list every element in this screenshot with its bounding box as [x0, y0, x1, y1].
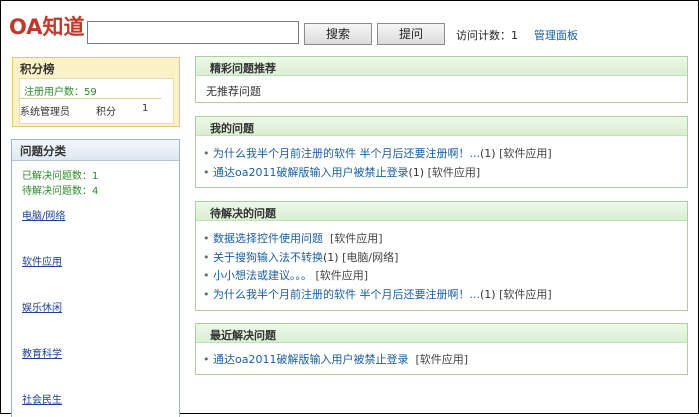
question-link[interactable]: 小小想法或建议。。。: [213, 269, 312, 282]
question-link[interactable]: 通达oa2011破解版输入用户被禁止登录: [213, 166, 408, 179]
my-questions-header: [196, 117, 687, 136]
list-item: • 小小想法或建议。。。 [软件应用]: [203, 267, 368, 283]
question-tag: [软件应用]: [427, 166, 481, 179]
rank-score-value: 1: [142, 103, 149, 114]
bullet-icon: •: [203, 269, 213, 282]
question-tag: [软件应用]: [330, 232, 383, 245]
search-button[interactable]: 搜索: [304, 23, 372, 45]
pending-questions-box: 待解决的问题 • 数据选择控件使用问题 [软件应用] • 关于搜狗输入法不转换(…: [195, 201, 688, 311]
answer-count: (1): [480, 147, 496, 160]
ask-button[interactable]: 提问: [377, 23, 445, 45]
answer-count: (1): [408, 166, 425, 179]
search-input[interactable]: [87, 21, 299, 44]
question-tag: [软件应用]: [499, 288, 552, 301]
category-link-education[interactable]: 教育科学: [22, 345, 62, 360]
rank-user-name: 系统管理员: [20, 107, 70, 118]
admin-panel-link[interactable]: 管理面板: [534, 27, 578, 43]
my-questions-title: 我的问题: [210, 122, 254, 135]
question-link[interactable]: 为什么我半个月前注册的软件 半个月后还要注册啊！...: [213, 147, 480, 160]
recent-solved-box: 最近解决问题 • 通达oa2011破解版输入用户被禁止登录 [软件应用]: [195, 323, 688, 375]
site-logo[interactable]: OA知道: [9, 14, 85, 40]
list-item: • 为什么我半个月前注册的软件 半个月后还要注册啊！...(1) [软件应用]: [203, 286, 552, 302]
question-link[interactable]: 数据选择控件使用问题: [213, 232, 323, 245]
list-item: • 通达oa2011破解版输入用户被禁止登录(1) [软件应用]: [203, 164, 480, 180]
bullet-icon: •: [203, 353, 213, 366]
question-link[interactable]: 关于搜狗输入法不转换: [213, 251, 323, 264]
featured-box-title: 精彩问题推荐: [210, 62, 276, 75]
bullet-icon: •: [203, 251, 213, 264]
question-link[interactable]: 通达oa2011破解版输入用户被禁止登录: [213, 353, 408, 366]
featured-questions-box: 精彩问题推荐 无推荐问题: [195, 56, 688, 103]
question-tag: [电脑/网络]: [342, 251, 399, 264]
pending-questions-title: 待解决的问题: [210, 207, 276, 220]
recent-solved-title: 最近解决问题: [210, 329, 276, 342]
list-item: • 关于搜狗输入法不转换(1) [电脑/网络]: [203, 249, 398, 265]
category-panel-header: 问题分类: [12, 140, 179, 161]
list-item: • 数据选择控件使用问题 [软件应用]: [203, 230, 383, 246]
score-board-divider: [19, 98, 161, 99]
rank-score-label: 积分: [96, 107, 116, 118]
category-panel-title: 问题分类: [20, 144, 66, 158]
category-link-entertainment[interactable]: 娱乐休闲: [22, 299, 62, 314]
question-tag: [软件应用]: [315, 269, 369, 282]
my-questions-box: 我的问题 • 为什么我半个月前注册的软件 半个月后还要注册啊！...(1) [软…: [195, 116, 688, 188]
category-link-computer-network[interactable]: 电脑/网络: [22, 207, 65, 222]
question-tag: [软件应用]: [499, 147, 552, 160]
bullet-icon: •: [203, 288, 213, 301]
category-link-society[interactable]: 社会民生: [22, 391, 62, 406]
bullet-icon: •: [203, 232, 213, 245]
featured-empty-text: 无推荐问题: [206, 85, 261, 98]
list-item: • 为什么我半个月前注册的软件 半个月后还要注册啊！...(1) [软件应用]: [203, 145, 552, 161]
bullet-icon: •: [203, 166, 213, 179]
registered-users-count: 注册用户数：59: [24, 87, 97, 98]
answer-count: (1): [323, 251, 339, 264]
category-link-software[interactable]: 软件应用: [22, 253, 62, 268]
question-link[interactable]: 为什么我半个月前注册的软件 半个月后还要注册啊！...: [213, 288, 480, 301]
list-item: • 通达oa2011破解版输入用户被禁止登录 [软件应用]: [203, 351, 468, 367]
question-tag: [软件应用]: [415, 353, 469, 366]
solved-count: 已解决问题数：1: [22, 171, 99, 182]
answer-count: (1): [480, 288, 496, 301]
pending-count: 待解决问题数：4: [22, 186, 99, 197]
bullet-icon: •: [203, 147, 213, 160]
score-board-title: 积分榜: [20, 62, 55, 76]
visit-counter: 访问计数：1: [456, 29, 518, 42]
